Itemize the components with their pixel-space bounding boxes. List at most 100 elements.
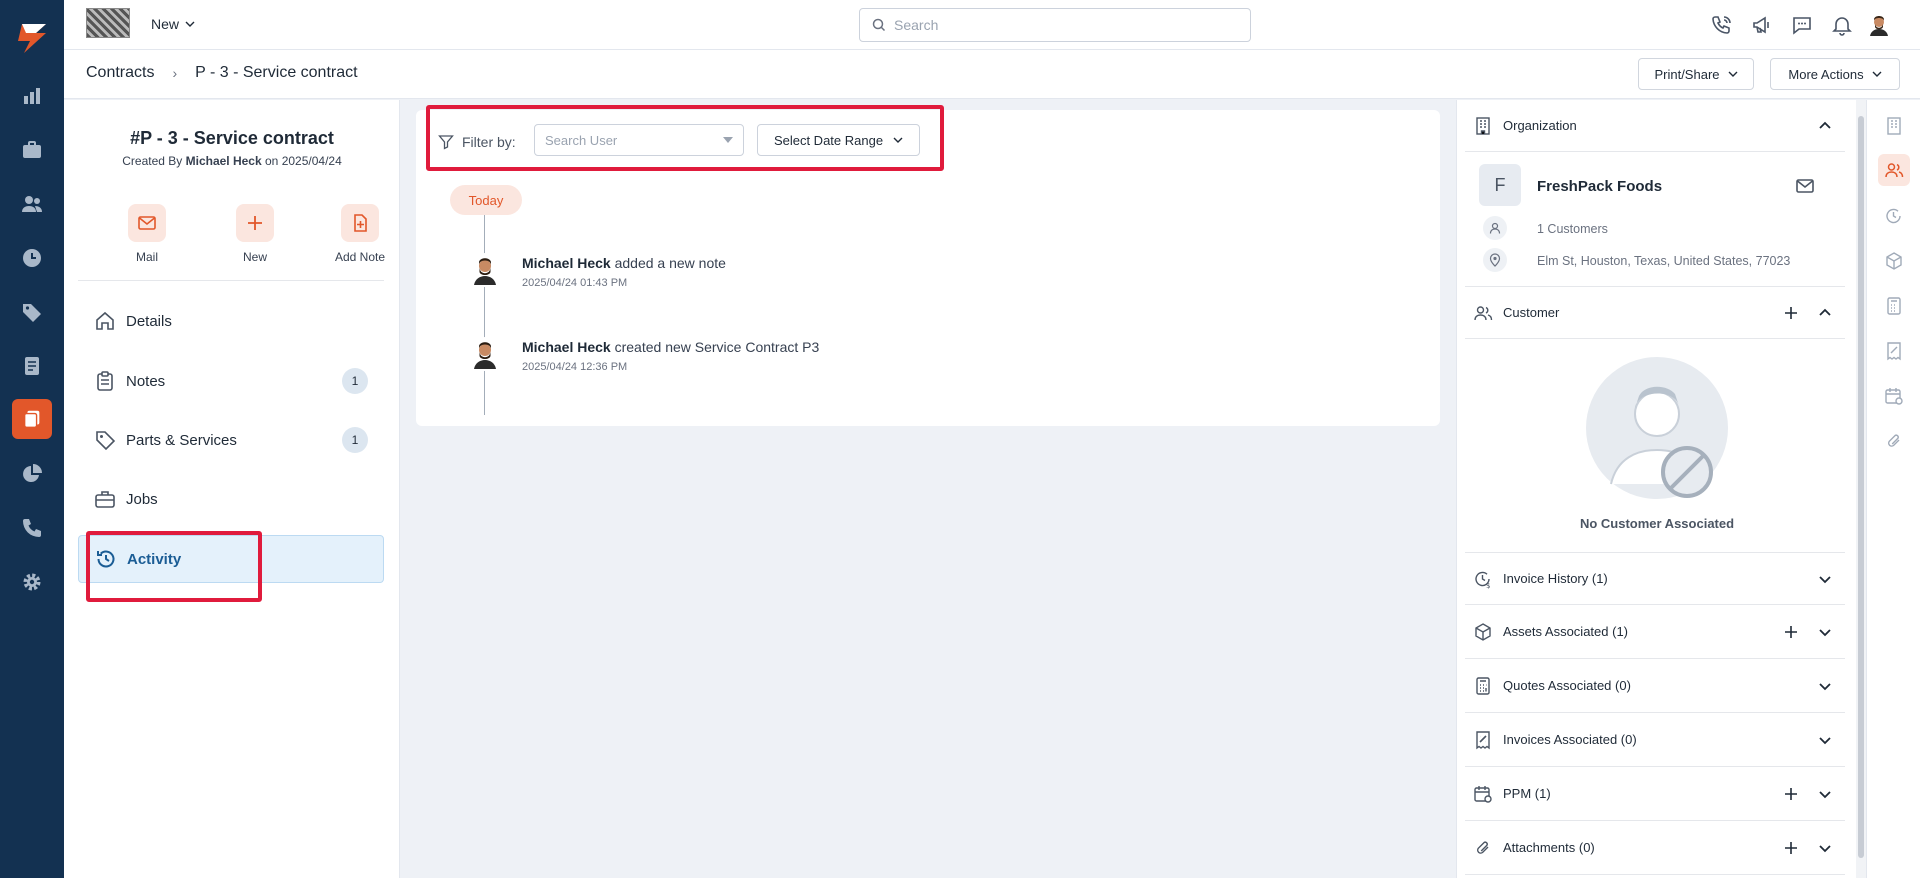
activity-action: created new Service Contract P3 <box>614 339 820 355</box>
invoice-history-icon[interactable] <box>1884 206 1904 226</box>
clipboard-icon <box>94 370 116 392</box>
breadcrumb-bar: Contracts › P - 3 - Service contract Pri… <box>64 50 1920 99</box>
breadcrumb-contracts-link[interactable]: Contracts <box>86 64 154 82</box>
notes-count-badge: 1 <box>342 368 368 394</box>
svg-text:$: $ <box>1486 582 1490 589</box>
organization-avatar: F <box>1479 164 1521 206</box>
activity-time: 2025/04/24 01:43 PM <box>522 277 628 289</box>
megaphone-icon[interactable] <box>1750 13 1774 37</box>
user-avatar <box>468 253 502 287</box>
attachments-paperclip-icon[interactable] <box>1884 431 1904 451</box>
user-avatar <box>468 337 502 371</box>
calculator-icon <box>1473 676 1493 696</box>
quotes-calculator-icon[interactable] <box>1884 296 1904 316</box>
chevron-down-icon[interactable] <box>1817 678 1833 694</box>
organization-building-icon[interactable] <box>1884 116 1904 136</box>
global-search[interactable] <box>859 8 1251 42</box>
people-icon <box>1473 303 1493 323</box>
add-note-action[interactable]: Add Note <box>315 204 405 264</box>
chevron-down-icon[interactable] <box>1817 840 1833 856</box>
phone-calls-icon[interactable] <box>1710 13 1734 37</box>
more-actions-button[interactable]: More Actions <box>1770 58 1900 90</box>
contracts-icon[interactable] <box>12 399 52 439</box>
activity-action: added a new note <box>614 255 726 271</box>
left-nav <box>0 0 64 878</box>
add-customer-plus-icon[interactable] <box>1783 305 1799 321</box>
app-logo-icon[interactable] <box>14 20 50 56</box>
mail-icon[interactable] <box>128 204 166 242</box>
highlight-box-filters <box>426 105 944 171</box>
menu-item-details[interactable]: Details <box>78 297 384 345</box>
chevron-up-icon[interactable] <box>1817 118 1833 134</box>
ppm-calendar-icon[interactable] <box>1884 386 1904 406</box>
menu-item-notes[interactable]: Notes 1 <box>78 357 384 405</box>
breadcrumb-separator-icon: › <box>172 65 178 81</box>
company-logo-thumbnail[interactable] <box>86 8 130 38</box>
chat-icon[interactable] <box>1790 13 1814 37</box>
email-organization-icon[interactable] <box>1795 176 1815 196</box>
plus-icon[interactable] <box>236 204 274 242</box>
scrollbar-thumb[interactable] <box>1858 116 1864 858</box>
record-title: #P - 3 - Service contract <box>130 128 334 148</box>
ppm-label: PPM (1) <box>1503 786 1551 801</box>
add-note-icon[interactable] <box>341 204 379 242</box>
related-info-panel: Organization F FreshPack Foods 1 Custome… <box>1456 100 1856 878</box>
pricebook-tag-icon[interactable] <box>20 300 44 324</box>
jobs-icon[interactable] <box>20 138 44 162</box>
customers-icon[interactable] <box>20 192 44 216</box>
add-ppm-plus-icon[interactable] <box>1783 786 1799 802</box>
highlight-box-activity <box>86 531 262 602</box>
ppm-section[interactable]: PPM (1) <box>1465 767 1845 821</box>
bell-icon[interactable] <box>1830 13 1854 37</box>
reports-icon[interactable] <box>20 84 44 108</box>
menu-item-label: Jobs <box>126 490 158 508</box>
settings-gear-icon[interactable] <box>20 570 44 594</box>
invoices-associated-section[interactable]: Invoices Associated (0) <box>1465 713 1845 767</box>
building-icon <box>1473 116 1493 136</box>
new-dropdown[interactable]: New <box>151 16 195 32</box>
add-asset-plus-icon[interactable] <box>1783 624 1799 640</box>
divider <box>78 280 384 281</box>
organization-name[interactable]: FreshPack Foods <box>1537 178 1662 195</box>
invoices-icon[interactable] <box>20 354 44 378</box>
breadcrumb: Contracts › P - 3 - Service contract <box>86 64 358 82</box>
organization-section-header[interactable]: Organization <box>1465 100 1845 152</box>
customer-section-header[interactable]: Customer <box>1465 287 1845 339</box>
record-side-panel: #P - 3 - Service contract Created By Mic… <box>64 100 400 878</box>
today-pill: Today <box>450 185 522 215</box>
organization-address: Elm St, Houston, Texas, United States, 7… <box>1537 254 1791 268</box>
assets-associated-section[interactable]: Assets Associated (1) <box>1465 605 1845 659</box>
chevron-down-icon[interactable] <box>1817 732 1833 748</box>
new-action[interactable]: New <box>210 204 300 264</box>
more-actions-label: More Actions <box>1788 66 1864 82</box>
assets-cube-icon[interactable] <box>1884 251 1904 271</box>
menu-item-parts-services[interactable]: Parts & Services 1 <box>78 416 384 464</box>
chevron-up-icon[interactable] <box>1817 305 1833 321</box>
analytics-pie-icon[interactable] <box>20 462 44 486</box>
timesheet-icon[interactable] <box>20 246 44 270</box>
quotes-associated-section[interactable]: Quotes Associated (0) <box>1465 659 1845 713</box>
invoice-history-label: Invoice History (1) <box>1503 571 1608 586</box>
home-icon <box>94 310 116 332</box>
activity-text: Michael Heck created new Service Contrac… <box>522 339 819 355</box>
right-panel-scrollbar[interactable] <box>1856 100 1866 878</box>
user-avatar[interactable] <box>1866 12 1892 38</box>
chevron-down-icon[interactable] <box>1817 786 1833 802</box>
created-on-word: on <box>265 154 279 168</box>
phone-icon[interactable] <box>20 516 44 540</box>
tag-icon <box>94 429 116 451</box>
location-pin-icon <box>1483 248 1507 272</box>
mail-action[interactable]: Mail <box>102 204 192 264</box>
chevron-down-icon[interactable] <box>1817 624 1833 640</box>
add-attachment-plus-icon[interactable] <box>1783 840 1799 856</box>
breadcrumb-current: P - 3 - Service contract <box>195 64 358 81</box>
search-input[interactable] <box>894 17 1224 33</box>
customer-people-icon[interactable] <box>1878 154 1910 186</box>
menu-item-jobs[interactable]: Jobs <box>78 475 384 523</box>
print-share-button[interactable]: Print/Share <box>1638 58 1754 90</box>
chevron-down-icon[interactable] <box>1817 571 1833 587</box>
no-customer-placeholder-icon <box>1585 356 1729 500</box>
invoices-receipt-icon[interactable] <box>1884 341 1904 361</box>
invoice-history-section[interactable]: $ Invoice History (1) <box>1465 552 1845 605</box>
attachments-section[interactable]: Attachments (0) <box>1465 821 1845 875</box>
